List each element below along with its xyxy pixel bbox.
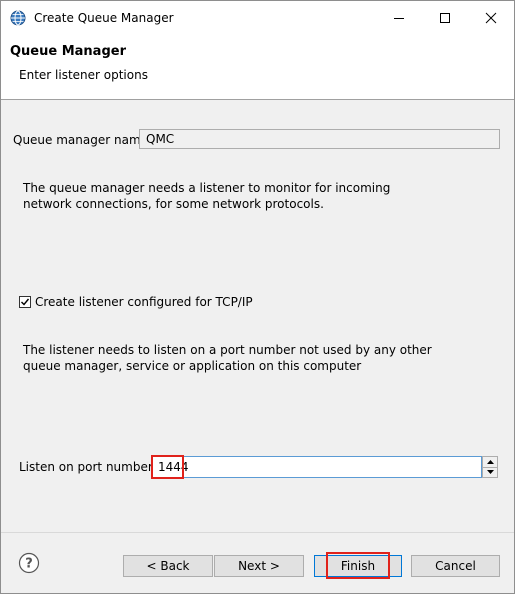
title-bar[interactable]: Create Queue Manager <box>1 1 514 35</box>
port-number-input[interactable]: 1444 <box>152 456 482 478</box>
port-info-text: The listener needs to listen on a port n… <box>23 343 432 373</box>
cancel-button[interactable]: Cancel <box>411 555 500 577</box>
minimize-icon <box>394 18 404 19</box>
spin-down-icon <box>486 470 494 474</box>
back-button[interactable]: < Back <box>123 555 213 577</box>
port-spinner[interactable] <box>482 456 498 478</box>
maximize-icon <box>440 13 450 23</box>
port-number-label: Listen on port number: <box>19 460 157 474</box>
svg-text:?: ? <box>25 557 33 572</box>
checkmark-icon <box>21 298 30 306</box>
page-title: Queue Manager <box>10 44 126 59</box>
wizard-content: Queue manager name: QMC The queue manage… <box>1 100 514 532</box>
close-button[interactable] <box>468 1 514 35</box>
wizard-footer: ? < Back Next > Finish Cancel <box>1 532 514 593</box>
minimize-button[interactable] <box>376 1 422 35</box>
window-title: Create Queue Manager <box>34 11 174 25</box>
finish-highlight-box <box>326 552 390 579</box>
port-highlight-box <box>151 455 184 479</box>
close-icon <box>485 12 497 24</box>
create-queue-manager-dialog: Create Queue Manager Queue Manager Enter… <box>0 0 515 594</box>
globe-icon <box>10 10 26 26</box>
queue-manager-name-label: Queue manager name: <box>13 133 153 147</box>
page-subtitle: Enter listener options <box>19 68 148 82</box>
next-button[interactable]: Next > <box>214 555 304 577</box>
listener-info-text: The queue manager needs a listener to mo… <box>23 181 391 211</box>
spin-up-icon <box>486 460 494 464</box>
wizard-header: Queue Manager Enter listener options <box>1 35 514 100</box>
queue-manager-name-field: QMC <box>139 129 500 149</box>
spin-down-button[interactable] <box>483 467 497 477</box>
tcp-listener-checkbox-label[interactable]: Create listener configured for TCP/IP <box>35 295 253 309</box>
tcp-listener-checkbox[interactable] <box>19 296 31 308</box>
maximize-button[interactable] <box>422 1 468 35</box>
help-icon[interactable]: ? <box>18 552 40 574</box>
